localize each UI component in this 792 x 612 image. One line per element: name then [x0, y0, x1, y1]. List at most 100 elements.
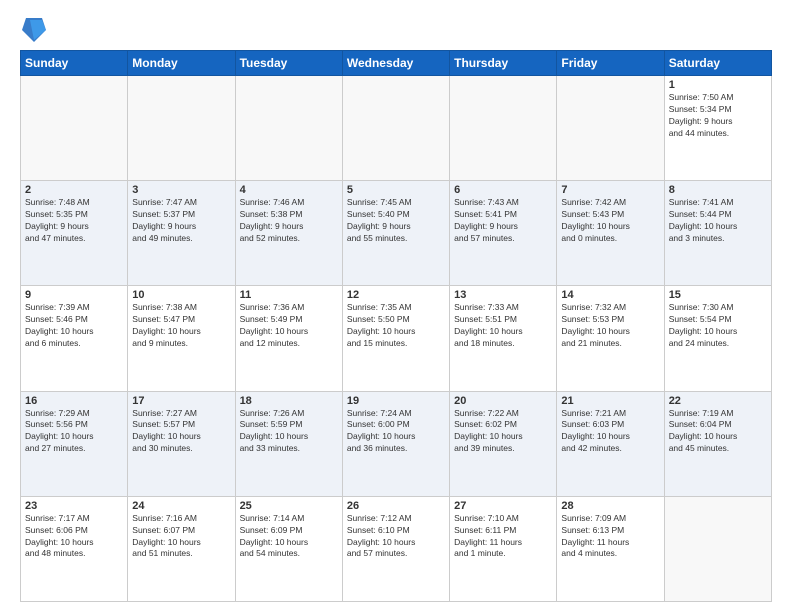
- day-info: Sunrise: 7:21 AM Sunset: 6:03 PM Dayligh…: [561, 408, 659, 456]
- day-info: Sunrise: 7:14 AM Sunset: 6:09 PM Dayligh…: [240, 513, 338, 561]
- day-info: Sunrise: 7:35 AM Sunset: 5:50 PM Dayligh…: [347, 302, 445, 350]
- day-number: 16: [25, 395, 123, 407]
- day-cell: 22Sunrise: 7:19 AM Sunset: 6:04 PM Dayli…: [664, 391, 771, 496]
- day-cell: 11Sunrise: 7:36 AM Sunset: 5:49 PM Dayli…: [235, 286, 342, 391]
- week-row-0: 1Sunrise: 7:50 AM Sunset: 5:34 PM Daylig…: [21, 76, 772, 181]
- weekday-tuesday: Tuesday: [235, 51, 342, 76]
- day-number: 19: [347, 395, 445, 407]
- day-info: Sunrise: 7:46 AM Sunset: 5:38 PM Dayligh…: [240, 197, 338, 245]
- day-number: 14: [561, 289, 659, 301]
- weekday-friday: Friday: [557, 51, 664, 76]
- weekday-wednesday: Wednesday: [342, 51, 449, 76]
- day-cell: 4Sunrise: 7:46 AM Sunset: 5:38 PM Daylig…: [235, 181, 342, 286]
- day-cell: 14Sunrise: 7:32 AM Sunset: 5:53 PM Dayli…: [557, 286, 664, 391]
- weekday-thursday: Thursday: [450, 51, 557, 76]
- calendar-table: SundayMondayTuesdayWednesdayThursdayFrid…: [20, 50, 772, 602]
- day-number: 17: [132, 395, 230, 407]
- day-cell: 20Sunrise: 7:22 AM Sunset: 6:02 PM Dayli…: [450, 391, 557, 496]
- day-info: Sunrise: 7:10 AM Sunset: 6:11 PM Dayligh…: [454, 513, 552, 561]
- day-cell: 8Sunrise: 7:41 AM Sunset: 5:44 PM Daylig…: [664, 181, 771, 286]
- day-info: Sunrise: 7:50 AM Sunset: 5:34 PM Dayligh…: [669, 92, 767, 140]
- day-info: Sunrise: 7:32 AM Sunset: 5:53 PM Dayligh…: [561, 302, 659, 350]
- day-cell: 12Sunrise: 7:35 AM Sunset: 5:50 PM Dayli…: [342, 286, 449, 391]
- day-number: 8: [669, 184, 767, 196]
- day-cell: 21Sunrise: 7:21 AM Sunset: 6:03 PM Dayli…: [557, 391, 664, 496]
- day-info: Sunrise: 7:30 AM Sunset: 5:54 PM Dayligh…: [669, 302, 767, 350]
- day-info: Sunrise: 7:29 AM Sunset: 5:56 PM Dayligh…: [25, 408, 123, 456]
- day-cell: 1Sunrise: 7:50 AM Sunset: 5:34 PM Daylig…: [664, 76, 771, 181]
- day-info: Sunrise: 7:38 AM Sunset: 5:47 PM Dayligh…: [132, 302, 230, 350]
- day-cell: [21, 76, 128, 181]
- day-info: Sunrise: 7:16 AM Sunset: 6:07 PM Dayligh…: [132, 513, 230, 561]
- day-number: 18: [240, 395, 338, 407]
- day-cell: 19Sunrise: 7:24 AM Sunset: 6:00 PM Dayli…: [342, 391, 449, 496]
- day-info: Sunrise: 7:45 AM Sunset: 5:40 PM Dayligh…: [347, 197, 445, 245]
- day-number: 5: [347, 184, 445, 196]
- day-number: 12: [347, 289, 445, 301]
- day-number: 13: [454, 289, 552, 301]
- day-cell: [342, 76, 449, 181]
- day-number: 25: [240, 500, 338, 512]
- day-number: 2: [25, 184, 123, 196]
- day-number: 6: [454, 184, 552, 196]
- day-cell: 28Sunrise: 7:09 AM Sunset: 6:13 PM Dayli…: [557, 496, 664, 601]
- day-number: 21: [561, 395, 659, 407]
- day-cell: [128, 76, 235, 181]
- logo: [20, 16, 46, 40]
- day-info: Sunrise: 7:09 AM Sunset: 6:13 PM Dayligh…: [561, 513, 659, 561]
- day-cell: 2Sunrise: 7:48 AM Sunset: 5:35 PM Daylig…: [21, 181, 128, 286]
- day-number: 26: [347, 500, 445, 512]
- day-number: 22: [669, 395, 767, 407]
- day-cell: 9Sunrise: 7:39 AM Sunset: 5:46 PM Daylig…: [21, 286, 128, 391]
- day-cell: 17Sunrise: 7:27 AM Sunset: 5:57 PM Dayli…: [128, 391, 235, 496]
- day-cell: 13Sunrise: 7:33 AM Sunset: 5:51 PM Dayli…: [450, 286, 557, 391]
- day-info: Sunrise: 7:39 AM Sunset: 5:46 PM Dayligh…: [25, 302, 123, 350]
- day-cell: 27Sunrise: 7:10 AM Sunset: 6:11 PM Dayli…: [450, 496, 557, 601]
- weekday-sunday: Sunday: [21, 51, 128, 76]
- day-info: Sunrise: 7:43 AM Sunset: 5:41 PM Dayligh…: [454, 197, 552, 245]
- day-info: Sunrise: 7:33 AM Sunset: 5:51 PM Dayligh…: [454, 302, 552, 350]
- week-row-3: 16Sunrise: 7:29 AM Sunset: 5:56 PM Dayli…: [21, 391, 772, 496]
- day-info: Sunrise: 7:42 AM Sunset: 5:43 PM Dayligh…: [561, 197, 659, 245]
- day-cell: [450, 76, 557, 181]
- day-number: 1: [669, 79, 767, 91]
- day-cell: 16Sunrise: 7:29 AM Sunset: 5:56 PM Dayli…: [21, 391, 128, 496]
- day-info: Sunrise: 7:41 AM Sunset: 5:44 PM Dayligh…: [669, 197, 767, 245]
- weekday-header-row: SundayMondayTuesdayWednesdayThursdayFrid…: [21, 51, 772, 76]
- day-info: Sunrise: 7:48 AM Sunset: 5:35 PM Dayligh…: [25, 197, 123, 245]
- day-number: 28: [561, 500, 659, 512]
- day-number: 9: [25, 289, 123, 301]
- day-cell: [235, 76, 342, 181]
- day-cell: 25Sunrise: 7:14 AM Sunset: 6:09 PM Dayli…: [235, 496, 342, 601]
- day-number: 24: [132, 500, 230, 512]
- day-cell: 10Sunrise: 7:38 AM Sunset: 5:47 PM Dayli…: [128, 286, 235, 391]
- day-info: Sunrise: 7:27 AM Sunset: 5:57 PM Dayligh…: [132, 408, 230, 456]
- day-info: Sunrise: 7:17 AM Sunset: 6:06 PM Dayligh…: [25, 513, 123, 561]
- week-row-2: 9Sunrise: 7:39 AM Sunset: 5:46 PM Daylig…: [21, 286, 772, 391]
- day-cell: 6Sunrise: 7:43 AM Sunset: 5:41 PM Daylig…: [450, 181, 557, 286]
- day-cell: 23Sunrise: 7:17 AM Sunset: 6:06 PM Dayli…: [21, 496, 128, 601]
- day-cell: [557, 76, 664, 181]
- day-number: 3: [132, 184, 230, 196]
- day-info: Sunrise: 7:26 AM Sunset: 5:59 PM Dayligh…: [240, 408, 338, 456]
- day-number: 4: [240, 184, 338, 196]
- day-cell: [664, 496, 771, 601]
- day-info: Sunrise: 7:12 AM Sunset: 6:10 PM Dayligh…: [347, 513, 445, 561]
- day-number: 15: [669, 289, 767, 301]
- logo-icon: [22, 16, 46, 44]
- day-number: 23: [25, 500, 123, 512]
- day-number: 7: [561, 184, 659, 196]
- day-cell: 15Sunrise: 7:30 AM Sunset: 5:54 PM Dayli…: [664, 286, 771, 391]
- day-info: Sunrise: 7:47 AM Sunset: 5:37 PM Dayligh…: [132, 197, 230, 245]
- day-info: Sunrise: 7:19 AM Sunset: 6:04 PM Dayligh…: [669, 408, 767, 456]
- day-cell: 3Sunrise: 7:47 AM Sunset: 5:37 PM Daylig…: [128, 181, 235, 286]
- day-info: Sunrise: 7:24 AM Sunset: 6:00 PM Dayligh…: [347, 408, 445, 456]
- weekday-monday: Monday: [128, 51, 235, 76]
- day-info: Sunrise: 7:22 AM Sunset: 6:02 PM Dayligh…: [454, 408, 552, 456]
- day-cell: 5Sunrise: 7:45 AM Sunset: 5:40 PM Daylig…: [342, 181, 449, 286]
- day-cell: 24Sunrise: 7:16 AM Sunset: 6:07 PM Dayli…: [128, 496, 235, 601]
- day-number: 11: [240, 289, 338, 301]
- day-cell: 7Sunrise: 7:42 AM Sunset: 5:43 PM Daylig…: [557, 181, 664, 286]
- header: [20, 16, 772, 40]
- day-info: Sunrise: 7:36 AM Sunset: 5:49 PM Dayligh…: [240, 302, 338, 350]
